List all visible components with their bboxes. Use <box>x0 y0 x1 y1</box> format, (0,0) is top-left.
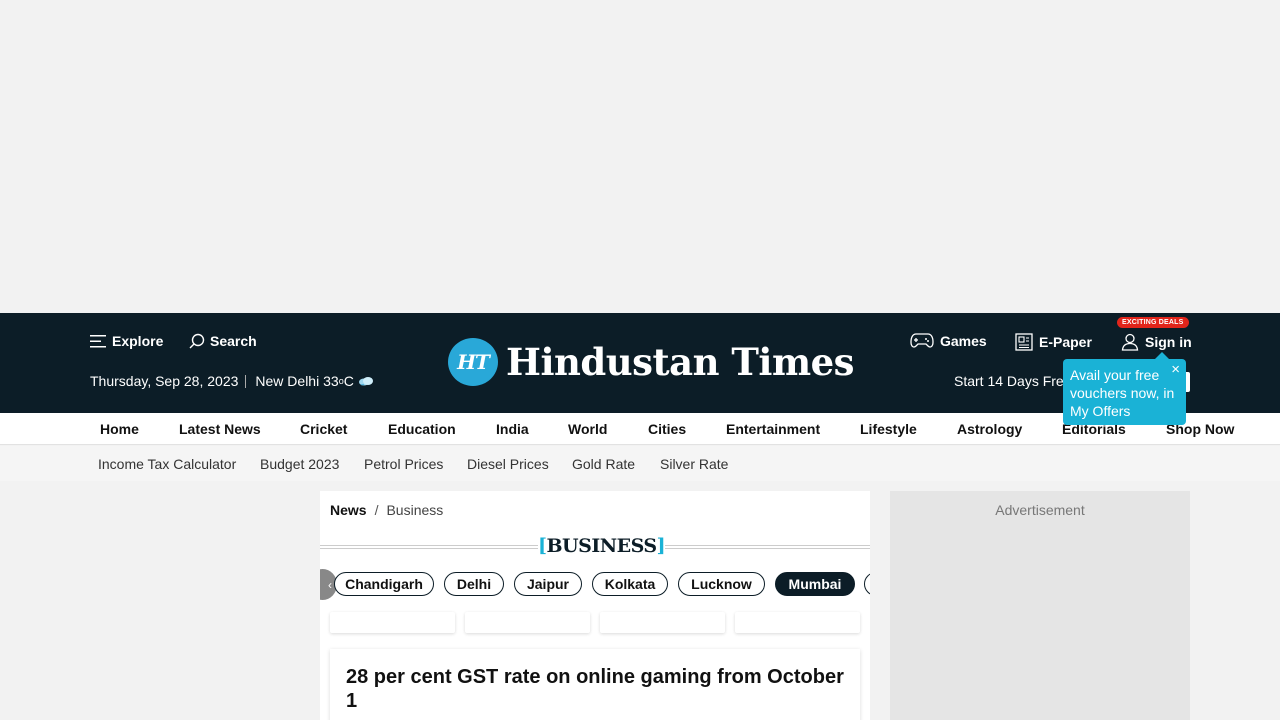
chip-lucknow[interactable]: Lucknow <box>678 572 765 596</box>
current-date: Thursday, Sep 28, 2023 <box>90 373 239 389</box>
explore-label: Explore <box>112 333 164 349</box>
nav-item-cricket[interactable]: Cricket <box>300 421 347 437</box>
tile[interactable] <box>735 612 860 633</box>
temperature-value: 33 <box>323 373 339 389</box>
section-header: [BUSINESS] <box>320 535 870 557</box>
gamepad-icon <box>910 333 934 348</box>
games-link[interactable]: Games <box>910 333 987 349</box>
tile[interactable] <box>465 612 590 633</box>
bracket-open: [ <box>538 535 547 557</box>
nav-item-world[interactable]: World <box>568 421 607 437</box>
search-icon <box>189 333 205 349</box>
breadcrumb-news[interactable]: News <box>330 502 367 518</box>
search-label: Search <box>210 333 257 349</box>
city-chip-bar: ‹ Chandigarh Delhi Jaipur Kolkata Luckno… <box>320 569 870 601</box>
subnav-item-gold-rate[interactable]: Gold Rate <box>572 456 635 472</box>
breadcrumb-separator: / <box>374 502 379 518</box>
hamburger-icon <box>90 334 106 347</box>
newspaper-icon <box>1015 333 1033 351</box>
main-content: News / Business [BUSINESS] ‹ Chandigarh … <box>320 491 870 720</box>
sidebar-ad-slot: Advertisement <box>890 491 1190 720</box>
section-title: [BUSINESS] <box>538 535 666 557</box>
chip-mumbai[interactable]: Mumbai <box>775 572 855 596</box>
bracket-close: ] <box>656 535 666 557</box>
epaper-link[interactable]: E-Paper <box>1015 333 1092 351</box>
tile[interactable] <box>600 612 725 633</box>
chip-delhi[interactable]: Delhi <box>444 572 504 596</box>
city-name: New Delhi <box>255 373 320 389</box>
cloud-icon <box>358 377 373 386</box>
offers-tooltip: Avail your free vouchers now, in My Offe… <box>1063 352 1186 425</box>
close-icon[interactable]: × <box>1171 361 1180 379</box>
exciting-deals-badge: EXCITING DEALS <box>1117 317 1189 328</box>
user-icon <box>1121 333 1139 351</box>
chip-next-partial[interactable] <box>864 572 870 596</box>
subnav-item-silver-rate[interactable]: Silver Rate <box>660 456 728 472</box>
logo-wordmark: Hindustan Times <box>506 340 854 384</box>
epaper-label: E-Paper <box>1039 334 1092 350</box>
free-trial-text[interactable]: Start 14 Days Fre <box>954 373 1064 389</box>
breadcrumb: News / Business <box>330 502 443 518</box>
nav-item-india[interactable]: India <box>496 421 529 437</box>
subnav-item-budget-2023[interactable]: Budget 2023 <box>260 456 339 472</box>
article-headline[interactable]: 28 per cent GST rate on online gaming fr… <box>346 665 851 713</box>
tile[interactable] <box>330 612 455 633</box>
site-logo[interactable]: HT Hindustan Times <box>448 338 854 386</box>
advertisement-label: Advertisement <box>995 502 1085 518</box>
top-ad-slot <box>0 0 1280 313</box>
nav-item-astrology[interactable]: Astrology <box>957 421 1022 437</box>
nav-item-lifestyle[interactable]: Lifestyle <box>860 421 917 437</box>
section-title-text: BUSINESS <box>546 535 658 557</box>
chip-jaipur[interactable]: Jaipur <box>514 572 582 596</box>
search-button[interactable]: Search <box>189 333 257 349</box>
placeholder-tiles <box>330 612 860 634</box>
explore-button[interactable]: Explore <box>90 333 163 349</box>
date-weather: Thursday, Sep 28, 2023 New Delhi 33 o C <box>90 373 374 389</box>
temperature-unit: C <box>343 373 354 389</box>
nav-item-latest-news[interactable]: Latest News <box>179 421 261 437</box>
chip-kolkata[interactable]: Kolkata <box>592 572 668 596</box>
nav-item-home[interactable]: Home <box>100 421 139 437</box>
subnav-item-diesel-prices[interactable]: Diesel Prices <box>467 456 549 472</box>
subnav-item-income-tax-calculator[interactable]: Income Tax Calculator <box>98 456 236 472</box>
nav-item-entertainment[interactable]: Entertainment <box>726 421 820 437</box>
masthead: Explore Search Thursday, Sep 28, 2023 Ne… <box>0 313 1280 425</box>
chip-chandigarh[interactable]: Chandigarh <box>334 572 434 596</box>
games-label: Games <box>940 333 987 349</box>
subnav-item-petrol-prices[interactable]: Petrol Prices <box>364 456 443 472</box>
divider <box>245 374 247 388</box>
tooltip-text: Avail your free vouchers now, in My Offe… <box>1070 367 1175 419</box>
sub-navigation: Income Tax Calculator Budget 2023 Petrol… <box>0 446 1280 481</box>
signin-button[interactable]: Sign in <box>1121 333 1192 351</box>
nav-item-cities[interactable]: Cities <box>648 421 686 437</box>
signin-label: Sign in <box>1145 334 1192 350</box>
breadcrumb-business: Business <box>386 502 444 518</box>
nav-item-education[interactable]: Education <box>388 421 456 437</box>
article-card[interactable]: 28 per cent GST rate on online gaming fr… <box>330 649 860 720</box>
logo-monogram: HT <box>448 338 498 386</box>
